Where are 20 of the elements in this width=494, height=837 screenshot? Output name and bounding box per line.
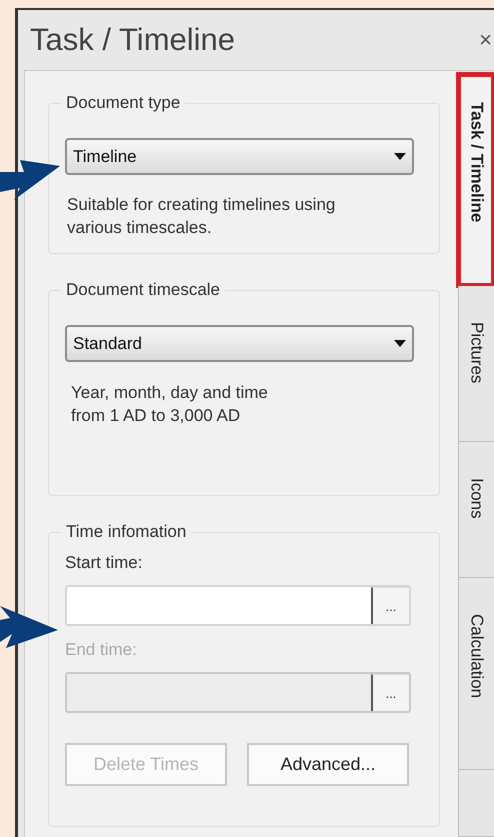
browse-button[interactable]: ...	[371, 587, 409, 624]
description-text: various timescales.	[67, 217, 213, 239]
close-button[interactable]: ×	[475, 27, 494, 53]
side-tab[interactable]: Calculation	[458, 578, 494, 770]
panel-title: Task / Timeline	[30, 22, 236, 58]
side-tab[interactable]: Icons	[458, 442, 494, 578]
field-label: End time:	[65, 640, 138, 660]
dropdown[interactable]: Timeline	[65, 138, 414, 175]
description-text: Suitable for creating timelines using	[67, 194, 336, 216]
side-tab[interactable]: Pictures	[458, 286, 494, 442]
group-legend: Document type	[61, 93, 186, 113]
action-button[interactable]: Advanced...	[247, 743, 409, 786]
input-field[interactable]: ...	[65, 585, 411, 626]
caret-icon	[394, 340, 406, 347]
side-tab[interactable]: Task / Timeline	[458, 74, 494, 286]
description-text: from 1 AD to 3,000 AD	[71, 405, 242, 427]
dropdown[interactable]: Standard	[65, 325, 414, 362]
caret-icon	[394, 153, 406, 160]
description-text: Year, month, day and time	[71, 382, 269, 404]
field-label: Start time:	[65, 553, 144, 573]
